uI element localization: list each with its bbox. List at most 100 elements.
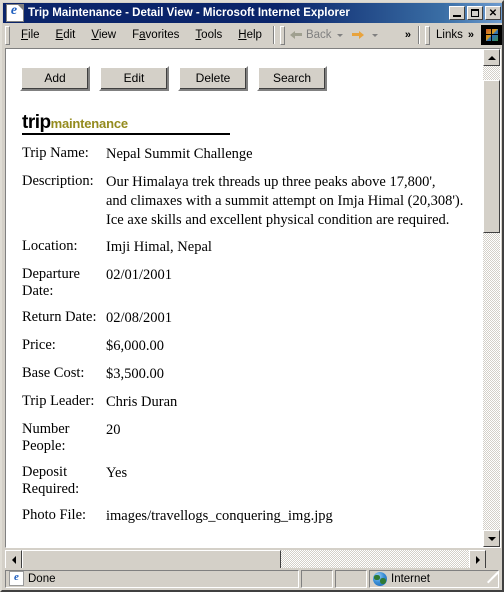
field-value-base-cost: $3,500.00 [106,366,164,383]
field-label-photo-file: Photo File: [22,507,87,524]
navigation-toolbar: Back » [288,28,415,42]
field-value-trip-name: Nepal Summit Challenge [106,146,253,162]
menu-item-help[interactable]: Help [230,27,270,43]
table-row: Trip Leader: Chris Duran [22,393,463,421]
chevron-down-icon [487,536,496,541]
field-value-description: Our Himalaya trek threads up three peaks… [106,173,464,228]
chevron-up-icon [487,55,496,60]
table-row: Deposit Required: Yes [22,464,463,507]
field-value-deposit-required: Yes [106,465,128,482]
scroll-left-button[interactable] [5,550,22,570]
field-label-number-people: Number People: [22,420,70,454]
field-value-photo-file: images/travellogs_conquering_img.jpg [106,508,333,525]
chevron-right-icon [475,556,480,564]
status-message-pane: e Done [5,569,299,588]
menu-grip-handle[interactable] [5,25,10,45]
forward-arrow-icon [351,30,364,41]
field-label-location: Location: [22,238,78,255]
status-message: Done [28,572,56,585]
field-value-departure-date: 02/01/2001 [106,267,173,284]
scroll-up-button[interactable] [483,49,500,66]
edit-button[interactable]: Edit [99,66,169,91]
page-title-primary: trip [22,112,51,133]
status-pane-2 [301,569,333,588]
horizontal-scrollbar[interactable] [5,550,486,570]
scroll-down-button[interactable] [483,530,500,547]
title-bar: e Trip Maintenance - Detail View - Micro… [3,3,502,23]
links-bar-label[interactable]: Links [433,29,464,41]
table-row: Price: $6,000.00 [22,337,463,365]
document-viewport: Add Edit Delete Search tripmaintenance T [6,49,500,547]
field-value-trip-leader: Chris Duran [106,393,178,410]
field-label-base-cost: Base Cost: [22,365,85,382]
trip-detail-table: Trip Name: Nepal Summit Challenge Descri… [22,145,463,535]
close-icon: ✕ [488,8,498,19]
field-label-trip-leader: Trip Leader: [22,392,95,409]
toolbar-overflow-chevron-icon[interactable]: » [401,29,415,41]
search-button[interactable]: Search [257,66,327,91]
action-button-bar: Add Edit Delete Search [20,66,473,91]
web-page: Add Edit Delete Search tripmaintenance T [6,49,483,547]
field-label-deposit-required: Deposit Required: [22,464,80,498]
field-label-departure-date: Departure Date: [22,266,80,300]
field-label-return-date: Return Date: [22,309,97,326]
field-value-price: $6,000.00 [106,338,164,355]
vertical-scrollbar[interactable] [483,49,500,547]
status-bar: e Done Internet [3,568,501,589]
forward-button[interactable] [349,29,369,42]
toolbar-separator [272,26,275,44]
maximize-button[interactable] [467,6,483,20]
globe-icon [373,571,387,586]
close-button[interactable]: ✕ [485,6,501,20]
table-row: Photo File: images/travellogs_conquering… [22,507,463,535]
menu-item-edit[interactable]: Edit [48,27,84,43]
links-grip-handle[interactable] [425,25,431,45]
links-separator [418,26,421,44]
delete-button[interactable]: Delete [178,66,248,91]
back-button[interactable]: Back [288,28,334,42]
nav-grip-handle[interactable] [279,25,285,45]
page-title: tripmaintenance [22,113,230,135]
security-zone-pane[interactable]: Internet [369,569,499,588]
field-value-number-people: 20 [106,421,121,438]
links-overflow-chevron-icon[interactable]: » [464,29,478,41]
table-row: Return Date: 02/08/2001 [22,309,463,337]
field-label-price: Price: [22,337,56,354]
table-row: Base Cost: $3,500.00 [22,365,463,393]
menu-item-tools[interactable]: Tools [187,27,230,43]
field-value-return-date: 02/08/2001 [106,310,173,327]
field-label-description: Description: [22,172,94,189]
ie-page-icon: e [9,571,24,586]
menu-items: File Edit View Favorites Tools Help [13,27,270,43]
forward-history-dropdown-icon[interactable] [371,33,378,37]
window-resize-grip[interactable] [485,571,500,587]
back-history-dropdown-icon[interactable] [336,33,343,37]
add-button[interactable]: Add [20,66,90,91]
status-pane-3 [335,569,367,588]
security-zone-label: Internet [391,572,430,585]
page-title-secondary: maintenance [50,116,128,131]
vertical-scrollbar-thumb[interactable] [483,79,500,234]
window-title: Trip Maintenance - Detail View - Microso… [28,7,350,19]
menu-bar: File Edit View Favorites Tools Help Back… [3,24,502,46]
browser-window: e Trip Maintenance - Detail View - Micro… [0,0,504,592]
table-row: Departure Date: 02/01/2001 [22,266,463,309]
field-value-location: Imji Himal, Nepal [106,239,212,256]
windows-flag-logo [481,25,502,45]
window-controls: ✕ [449,6,501,20]
document-frame: Add Edit Delete Search tripmaintenance T [5,48,501,548]
back-button-label: Back [305,29,332,41]
ie-document-icon: e [6,4,24,22]
scroll-right-button[interactable] [469,550,486,570]
menu-item-file[interactable]: File [13,27,48,43]
table-row: Number People: 20 [22,421,463,464]
table-row: Description: Our Himalaya trek threads u… [22,173,463,239]
table-row: Location: Imji Himal, Nepal [22,238,463,266]
back-arrow-icon [289,30,303,41]
minimize-button[interactable] [449,6,465,20]
menu-item-view[interactable]: View [83,27,124,43]
horizontal-scrollbar-thumb[interactable] [22,550,282,570]
table-row: Trip Name: Nepal Summit Challenge [22,145,463,173]
chevron-left-icon [11,556,16,564]
menu-item-favorites[interactable]: Favorites [124,27,187,43]
